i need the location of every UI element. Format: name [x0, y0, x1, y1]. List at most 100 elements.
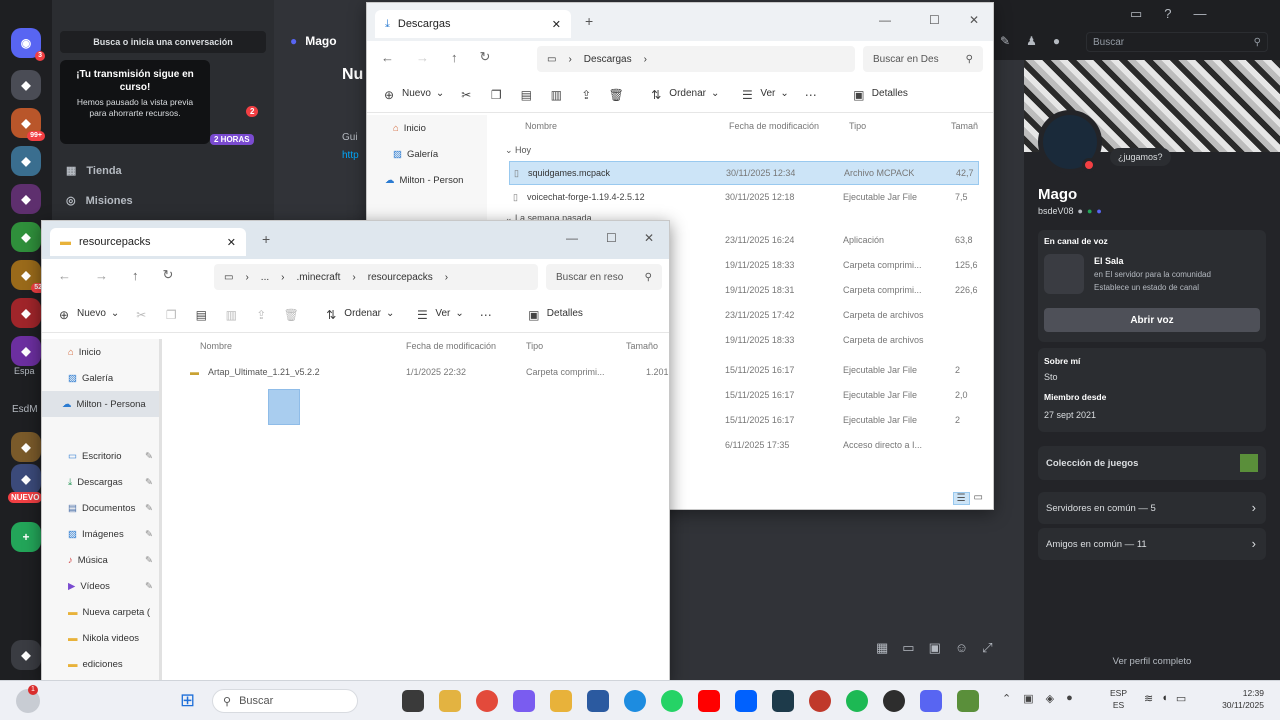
- store-icon[interactable]: [587, 690, 609, 712]
- spotify-icon[interactable]: [846, 690, 868, 712]
- more-icon[interactable]: ⋯: [803, 88, 819, 102]
- search-input[interactable]: Buscar en reso ⚲: [546, 264, 662, 290]
- missions-item[interactable]: ◎ Misiones: [66, 194, 133, 208]
- file-row[interactable]: ▯ voicechat-forge-1.19.4-2.5.12 30/11/20…: [509, 186, 979, 210]
- maximize-icon[interactable]: ☐: [929, 13, 940, 27]
- close-tab-icon[interactable]: ✕: [552, 18, 561, 31]
- copilot-icon[interactable]: [513, 690, 535, 712]
- close-icon[interactable]: ✕: [969, 13, 979, 27]
- nav-item[interactable]: ▬ ediciones: [42, 651, 159, 677]
- minecraft-icon[interactable]: [957, 690, 979, 712]
- server-icon[interactable]: ◆: [11, 298, 41, 328]
- dropbox-icon[interactable]: [735, 690, 757, 712]
- cut-icon[interactable]: ✂: [458, 88, 474, 102]
- app-icon[interactable]: [883, 690, 905, 712]
- tab-resourcepacks[interactable]: ▬ resourcepacks ✕: [50, 228, 246, 256]
- folder-icon[interactable]: [550, 690, 572, 712]
- tiles-view-icon[interactable]: ▭: [974, 492, 983, 505]
- tray-app-icon[interactable]: ◈: [1046, 692, 1054, 705]
- discord-icon[interactable]: [920, 690, 942, 712]
- nav-item[interactable]: ☁ Milton - Persona: [42, 391, 159, 417]
- server-icon[interactable]: ◆: [11, 70, 41, 100]
- voice-status[interactable]: Establece un estado de canal: [1094, 283, 1199, 292]
- new-tab-icon[interactable]: +: [585, 13, 593, 29]
- column-header-size[interactable]: Tamaño: [626, 341, 658, 351]
- delete-icon[interactable]: 🗑: [608, 88, 624, 102]
- server-icon[interactable]: ◆: [11, 184, 41, 214]
- sort-button[interactable]: ⇅ Ordenar ⌄: [648, 88, 719, 102]
- inbox-icon[interactable]: ▭: [1130, 6, 1142, 22]
- rename-icon[interactable]: ▥: [548, 88, 564, 102]
- members-icon[interactable]: ♟: [1026, 34, 1037, 48]
- search-input[interactable]: Buscar en Des ⚲: [863, 46, 983, 72]
- nav-item[interactable]: ▤ Documentos ✎: [42, 495, 159, 521]
- chevron-up-icon[interactable]: ⌃: [1002, 692, 1011, 705]
- back-arrow-icon[interactable]: ←: [58, 268, 71, 283]
- details-button[interactable]: ▣ Detalles: [851, 88, 908, 102]
- close-icon[interactable]: ✕: [644, 231, 654, 245]
- server-icon[interactable]: ◆: [11, 640, 41, 670]
- nav-item[interactable]: ⤓ Descargas ✎: [42, 469, 159, 495]
- whatsapp-icon[interactable]: [661, 690, 683, 712]
- share-icon[interactable]: ⇪: [578, 88, 594, 102]
- up-arrow-icon[interactable]: ↑: [451, 50, 458, 65]
- refresh-icon[interactable]: ↻: [163, 267, 174, 283]
- nav-item[interactable]: ▶ Vídeos ✎: [42, 573, 159, 599]
- column-header-type[interactable]: Tipo: [526, 341, 543, 351]
- clock[interactable]: 12:39 30/11/2025: [1212, 687, 1264, 711]
- server-icon[interactable]: ◆: [11, 464, 41, 494]
- app-icon[interactable]: [772, 690, 794, 712]
- paste-icon[interactable]: ▤: [193, 308, 209, 322]
- column-header-name[interactable]: Nombre: [525, 121, 557, 131]
- help-icon[interactable]: ?: [1164, 6, 1171, 22]
- chat-link[interactable]: http: [342, 150, 359, 161]
- tray-app-icon[interactable]: ▣: [1023, 692, 1033, 705]
- minimize-icon[interactable]: —: [879, 13, 891, 27]
- more-icon[interactable]: ⋯: [478, 308, 494, 322]
- youtube-icon[interactable]: [698, 690, 720, 712]
- taskbar-search[interactable]: ⚲ Buscar: [212, 689, 358, 713]
- nav-item[interactable]: ▭ Escritorio ✎: [42, 443, 159, 469]
- pin-icon[interactable]: ✎: [145, 529, 153, 540]
- group-header-today[interactable]: ⌄ Hoy: [505, 145, 531, 156]
- maximize-icon[interactable]: ☐: [606, 231, 617, 245]
- discord-home-icon[interactable]: ◉ 3: [11, 28, 45, 61]
- app-icon[interactable]: [809, 690, 831, 712]
- close-tab-icon[interactable]: ✕: [227, 236, 236, 249]
- breadcrumb[interactable]: ▭ › Descargas ›: [537, 46, 855, 72]
- minimize-icon[interactable]: —: [566, 231, 578, 245]
- server-icon[interactable]: ◆ 99+: [11, 108, 45, 141]
- full-profile-link[interactable]: Ver perfil completo: [1024, 656, 1280, 667]
- file-explorer-icon[interactable]: [439, 690, 461, 712]
- column-header-date[interactable]: Fecha de modificación: [729, 121, 819, 131]
- copy-icon[interactable]: ❐: [163, 308, 179, 322]
- nav-item-onedrive[interactable]: ☁ Milton - Person: [367, 167, 487, 193]
- share-icon[interactable]: ⇪: [253, 308, 269, 322]
- column-header-type[interactable]: Tipo: [849, 121, 866, 131]
- edge-icon[interactable]: [624, 690, 646, 712]
- nav-item[interactable]: ▨ Imágenes ✎: [42, 521, 159, 547]
- server-icon[interactable]: ◆: [11, 432, 41, 462]
- pin-icon[interactable]: ✎: [1000, 34, 1010, 48]
- task-view-icon[interactable]: [402, 690, 424, 712]
- game-collection-card[interactable]: Colección de juegos: [1038, 446, 1266, 480]
- nav-item-gallery[interactable]: ▨ Galería: [367, 141, 487, 167]
- add-server-icon[interactable]: +: [11, 522, 41, 552]
- view-button[interactable]: ☰ Ver ⌄: [414, 308, 464, 322]
- paste-icon[interactable]: ▤: [518, 88, 534, 102]
- mutual-servers-row[interactable]: Servidores en común — 5 ›: [1038, 492, 1266, 524]
- nav-item[interactable]: ⌂ Inicio: [42, 339, 159, 365]
- profile-icon[interactable]: ●: [1053, 34, 1060, 48]
- cut-icon[interactable]: ✂: [133, 308, 149, 322]
- top-search[interactable]: Buscar ⚲: [1086, 32, 1268, 52]
- forward-arrow-icon[interactable]: →: [95, 268, 108, 283]
- sort-button[interactable]: ⇅ Ordenar ⌄: [323, 308, 394, 322]
- file-row[interactable]: ▬ Artap_Ultimate_1.21_v5.2.2 1/1/2025 22…: [172, 361, 669, 385]
- chrome-icon[interactable]: [476, 690, 498, 712]
- nav-item[interactable]: ♪ Música ✎: [42, 547, 159, 573]
- pin-icon[interactable]: ✎: [145, 451, 153, 462]
- chat-icon[interactable]: ▣: [929, 640, 941, 656]
- store-item[interactable]: ▦ Tienda: [66, 164, 122, 178]
- details-view-icon[interactable]: ☰: [952, 492, 970, 505]
- server-icon[interactable]: ◆: [11, 336, 41, 366]
